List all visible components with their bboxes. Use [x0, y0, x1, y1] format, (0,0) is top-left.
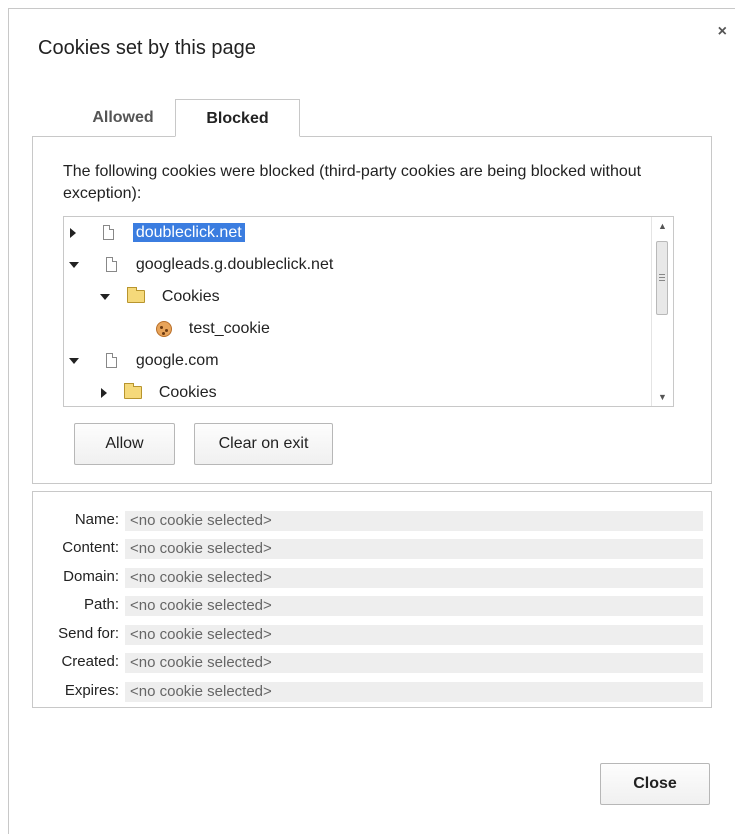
tree-item-label[interactable]: Cookies — [159, 384, 217, 401]
detail-label: Domain: — [63, 568, 119, 585]
detail-value: <no cookie selected> — [125, 625, 703, 645]
detail-row-name: Name: <no cookie selected> — [33, 508, 711, 532]
collapse-arrow-icon[interactable] — [69, 261, 79, 268]
tree-item-label[interactable]: Cookies — [162, 288, 220, 305]
close-icon[interactable]: × — [718, 23, 727, 41]
tree-item-doubleclick[interactable]: doubleclick.net — [70, 221, 245, 245]
detail-label: Expires: — [64, 682, 119, 699]
tab-blocked[interactable]: Blocked — [175, 99, 300, 137]
scroll-up-icon[interactable]: ▲ — [652, 217, 673, 235]
allow-button[interactable]: Allow — [74, 423, 175, 465]
tree-item-label[interactable]: doubleclick.net — [132, 223, 245, 242]
detail-value: <no cookie selected> — [125, 596, 703, 616]
file-icon — [102, 225, 114, 241]
tree-item-googleads[interactable]: googleads.g.doubleclick.net — [69, 253, 333, 277]
tree-item-cookies-folder[interactable]: Cookies — [101, 381, 217, 405]
detail-value: <no cookie selected> — [125, 539, 703, 559]
tree-scrollbar[interactable]: ▲ ▼ — [651, 217, 673, 406]
cookie-icon — [156, 320, 172, 337]
detail-row-send-for: Send for: <no cookie selected> — [33, 622, 711, 646]
tree-item-cookies-folder[interactable]: Cookies — [100, 285, 220, 309]
cookie-tree[interactable]: doubleclick.net googleads.g.doubleclick.… — [63, 216, 674, 407]
tree-item-test-cookie[interactable]: test_cookie — [156, 317, 270, 341]
detail-label: Created: — [61, 653, 119, 670]
scrollbar-thumb[interactable] — [656, 241, 668, 315]
clear-on-exit-button[interactable]: Clear on exit — [194, 423, 333, 465]
detail-row-domain: Domain: <no cookie selected> — [33, 565, 711, 589]
detail-label: Path: — [83, 596, 119, 613]
detail-row-created: Created: <no cookie selected> — [33, 650, 711, 674]
folder-icon — [123, 383, 142, 400]
collapse-arrow-icon[interactable] — [100, 293, 110, 300]
file-icon — [105, 353, 117, 369]
detail-value: <no cookie selected> — [125, 682, 703, 702]
detail-value: <no cookie selected> — [125, 568, 703, 588]
tab-allowed[interactable]: Allowed — [63, 99, 183, 137]
detail-label: Name: — [74, 511, 119, 528]
detail-value: <no cookie selected> — [125, 511, 703, 531]
detail-value: <no cookie selected> — [125, 653, 703, 673]
detail-label: Content: — [62, 539, 119, 556]
tree-item-google[interactable]: google.com — [69, 349, 219, 373]
grip-icon — [659, 274, 665, 275]
panel-description: The following cookies were blocked (thir… — [63, 163, 642, 202]
expand-arrow-icon[interactable] — [70, 227, 76, 238]
detail-row-expires: Expires: <no cookie selected> — [33, 679, 711, 703]
detail-label: Send for: — [58, 625, 119, 642]
blocked-panel: The following cookies were blocked (thir… — [32, 136, 712, 484]
tree-item-label[interactable]: googleads.g.doubleclick.net — [136, 256, 333, 273]
folder-icon — [126, 287, 145, 304]
file-icon — [105, 257, 117, 273]
collapse-arrow-icon[interactable] — [69, 357, 79, 364]
cookie-details: Name: <no cookie selected> Content: <no … — [32, 491, 712, 708]
scroll-down-icon[interactable]: ▼ — [652, 388, 673, 406]
close-button[interactable]: Close — [600, 763, 710, 805]
dialog-title: Cookies set by this page — [38, 37, 256, 59]
tree-item-label[interactable]: test_cookie — [189, 320, 270, 337]
detail-row-path: Path: <no cookie selected> — [33, 593, 711, 617]
tree-item-label[interactable]: google.com — [136, 352, 219, 369]
expand-arrow-icon[interactable] — [101, 387, 107, 398]
detail-row-content: Content: <no cookie selected> — [33, 536, 711, 560]
